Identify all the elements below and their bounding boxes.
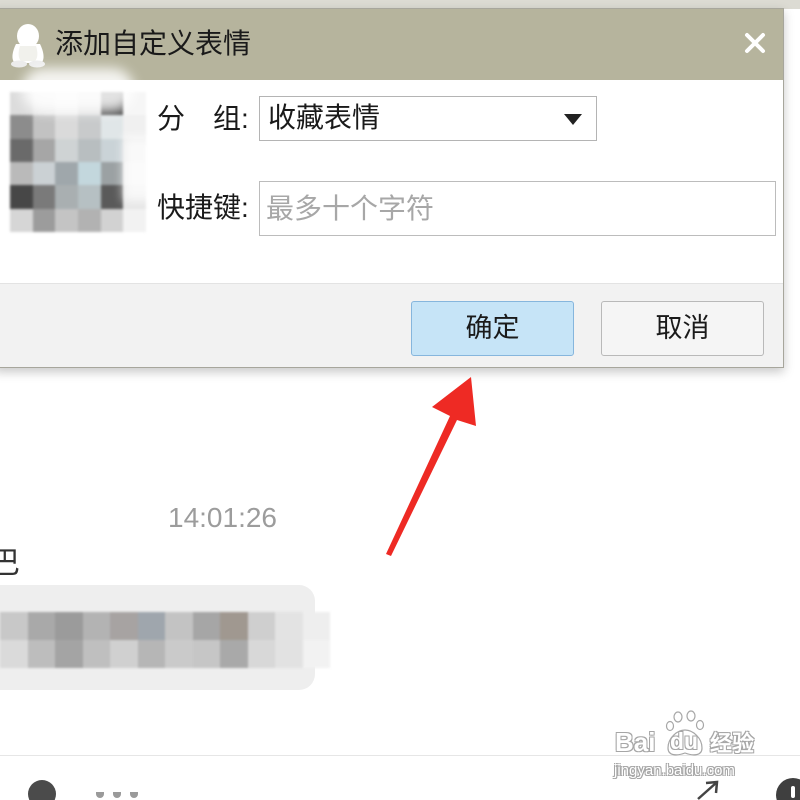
qq-penguin-icon: [8, 22, 48, 68]
user-button[interactable]: [26, 778, 58, 800]
more-icon-dot: [130, 792, 138, 798]
message-timestamp: 14:01:26: [168, 502, 277, 533]
watermark-brand-left: Bai: [615, 727, 656, 757]
close-icon: [745, 33, 765, 53]
message-image-pixel: [302, 612, 330, 640]
thumbnail-pixel: [10, 138, 33, 162]
thumbnail-blur-edge: [123, 137, 159, 201]
user-icon: [28, 780, 56, 800]
thumbnail-blur-overlay: [22, 68, 134, 112]
group-select[interactable]: 收藏表情: [259, 96, 597, 141]
message-image-pixel: [275, 612, 303, 640]
watermark-url: jingyan.baidu.com: [614, 762, 735, 779]
info-button[interactable]: [774, 776, 800, 800]
message-image-pixel: [165, 612, 193, 640]
message-image-pixel: [27, 640, 55, 668]
message-image-pixel: [192, 612, 220, 640]
thumbnail-pixel: [55, 185, 78, 209]
message-image-pixel: [110, 640, 138, 668]
message-image-pixel: [55, 612, 83, 640]
thumbnail-pixel: [10, 162, 33, 186]
group-select-value: 收藏表情: [268, 102, 381, 133]
group-label: 分 组:: [157, 103, 249, 134]
thumbnail-pixel: [100, 208, 124, 232]
thumbnail-pixel: [55, 162, 78, 186]
ok-button[interactable]: 确定: [411, 301, 574, 356]
thumbnail-pixel: [100, 138, 124, 162]
thumbnail-pixel: [32, 185, 56, 209]
baidu-jingyan-watermark: Bai du 经验 jingyan.baidu.com: [612, 710, 762, 782]
thumbnail-pixel: [100, 185, 124, 209]
thumbnail-pixel: [32, 162, 56, 186]
message-image-pixel: [82, 612, 110, 640]
close-button[interactable]: [740, 28, 770, 58]
thumbnail-pixel: [10, 185, 33, 209]
message-image-pixel: [0, 612, 28, 640]
sender-name: 巴: [0, 547, 20, 580]
message-image-pixel: [302, 640, 330, 668]
info-icon: [776, 778, 800, 800]
baidu-paw-icon: du: [662, 710, 708, 758]
thumbnail-pixel: [55, 138, 78, 162]
thumbnail-pixel: [123, 208, 146, 232]
chevron-down-icon: [564, 114, 582, 125]
thumbnail-pixel: [55, 208, 78, 232]
message-image-pixel: [247, 640, 275, 668]
thumbnail-pixel: [100, 115, 124, 139]
message-image-pixel: [192, 640, 220, 668]
message-image-pixel: [27, 612, 55, 640]
red-arrow-shape: [386, 377, 476, 556]
more-icon-dot: [113, 792, 121, 798]
thumbnail-pixel: [77, 138, 101, 162]
message-image-pixel: [165, 640, 193, 668]
thumbnail-pixel: [123, 115, 146, 139]
sender-name-clip: 巴: [0, 544, 20, 584]
thumbnail-pixel: [10, 115, 33, 139]
watermark-product: 经验: [710, 731, 755, 756]
thumbnail-pixel: [10, 208, 33, 232]
thumbnail-pixel: [77, 115, 101, 139]
message-bubble[interactable]: [0, 585, 330, 690]
message-image-pixel: [220, 612, 248, 640]
thumbnail-pixel: [100, 162, 124, 186]
expand-icon[interactable]: [694, 780, 722, 800]
thumbnail-pixel: [32, 208, 56, 232]
dialog-title: 添加自定义表情: [55, 28, 252, 59]
message-image-pixel: [55, 640, 83, 668]
thumbnail-pixel: [77, 185, 101, 209]
thumbnail-pixel: [77, 162, 101, 186]
thumbnail-pixel: [77, 208, 101, 232]
message-image-pixel: [110, 612, 138, 640]
more-icon[interactable]: [94, 792, 142, 800]
message-image-pixel: [220, 640, 248, 668]
shortcut-input[interactable]: [259, 181, 776, 236]
thumbnail-pixel: [32, 115, 56, 139]
message-image-pixel: [0, 640, 28, 668]
message-image-pixel: [275, 640, 303, 668]
thumbnail-pixel: [55, 115, 78, 139]
message-image-pixel: [137, 612, 165, 640]
more-icon-dot: [96, 792, 104, 798]
message-image-pixel: [82, 640, 110, 668]
cancel-button[interactable]: 取消: [601, 301, 764, 356]
thumbnail-pixel: [32, 138, 56, 162]
message-image: [0, 612, 330, 668]
shortcut-label: 快捷键:: [157, 192, 249, 223]
message-image-pixel: [137, 640, 165, 668]
watermark-brand-paw-text: du: [670, 728, 699, 754]
message-image-pixel: [247, 612, 275, 640]
add-custom-emoji-dialog: 添加自定义表情 分 组: 收藏表情 快捷键: 确定 取消: [0, 8, 784, 368]
dialog-button-bar: 确定 取消: [0, 283, 783, 367]
